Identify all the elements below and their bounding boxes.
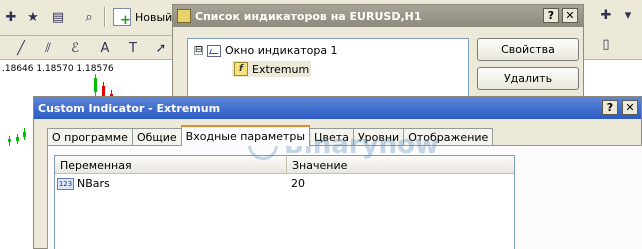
custom-indicator-dialog: Custom Indicator - Extremum ? ✕ О програ… (33, 96, 642, 249)
new-order-icon (113, 8, 131, 28)
delete-button[interactable]: Удалить (477, 67, 579, 90)
dropdown-icon[interactable]: ▾ (617, 4, 639, 26)
table-row[interactable]: 123 NBars 20 (55, 175, 514, 192)
market-watch-icon[interactable]: ▤ (47, 6, 69, 28)
favorites-icon[interactable]: ★ (22, 6, 44, 28)
help-button[interactable]: ? (602, 100, 618, 115)
tree-node-window-1[interactable]: ⊟ Окно индикатора 1 (194, 44, 338, 57)
fibonacci-tool-icon[interactable]: ℰ (64, 37, 86, 59)
variable-value[interactable]: 20 (291, 177, 305, 190)
arrow-tool-icon[interactable]: ➚ (150, 37, 172, 59)
label-tool-icon[interactable]: T (122, 37, 144, 59)
tab-common[interactable]: Общие (131, 128, 182, 146)
indicators-list-window: Список индикаторов на EURUSD,H1 ? ✕ ⊟ Ок… (172, 4, 584, 103)
candle (8, 139, 11, 142)
custom-indicator-title: Custom Indicator - Extremum (38, 101, 221, 115)
indicators-window-titlebar[interactable]: Список индикаторов на EURUSD,H1 (173, 5, 583, 27)
indicators-window-icon (177, 9, 191, 23)
custom-indicator-titlebar[interactable]: Custom Indicator - Extremum (34, 97, 641, 119)
price-quote-line: .18646 1.18570 1.18576 (2, 64, 114, 74)
variable-cell: 123 NBars (55, 175, 287, 192)
tab-inputs[interactable]: Входные параметры (180, 125, 311, 146)
close-button[interactable]: ✕ (622, 100, 638, 115)
candle (16, 137, 19, 141)
value-cell[interactable]: 20 (291, 175, 514, 192)
history-icon[interactable]: ⌕ (78, 6, 100, 28)
tab-about[interactable]: О программе (47, 128, 133, 146)
tree-node-label: Окно индикатора 1 (225, 44, 338, 57)
add-indicator-icon[interactable]: ✚ (595, 4, 617, 26)
properties-button[interactable]: Свойства (477, 38, 579, 61)
input-parameters-table[interactable]: Переменная Значение 123 NBars 20 (54, 155, 515, 249)
toolbar-separator (104, 7, 106, 27)
candle (23, 132, 26, 137)
new-order-label: Новый (135, 10, 173, 24)
collapse-icon[interactable]: ⊟ (194, 46, 203, 55)
text-tool-icon[interactable]: A (94, 37, 116, 59)
close-button[interactable]: ✕ (562, 8, 578, 23)
line-tool-icon[interactable]: ╱ (10, 37, 32, 59)
channel-tool-icon[interactable]: ⫽ (37, 37, 59, 59)
help-button[interactable]: ? (543, 8, 559, 23)
custom-indicator-icon: f (234, 62, 248, 76)
drawing-toolbar: ╱ ⫽ ℰ A T ➚ (0, 36, 175, 60)
candle (94, 78, 97, 92)
indicator-window-icon (207, 44, 221, 57)
indicators-tree[interactable]: ⊟ Окно индикатора 1 f Extremum (187, 38, 469, 103)
new-chart-icon[interactable]: ✚ (0, 6, 22, 28)
tree-node-label: Extremum (252, 62, 310, 76)
tree-node-extremum[interactable]: f Extremum (232, 61, 312, 77)
right-toolbar: ✚ ▾ ▯ (583, 0, 642, 60)
variable-name: NBars (77, 177, 110, 190)
alert-icon[interactable]: ▯ (595, 33, 617, 55)
new-order-button[interactable]: Новый (113, 6, 172, 28)
indicators-window-title: Список индикаторов на EURUSD,H1 (195, 9, 422, 23)
integer-type-icon: 123 (57, 177, 74, 190)
